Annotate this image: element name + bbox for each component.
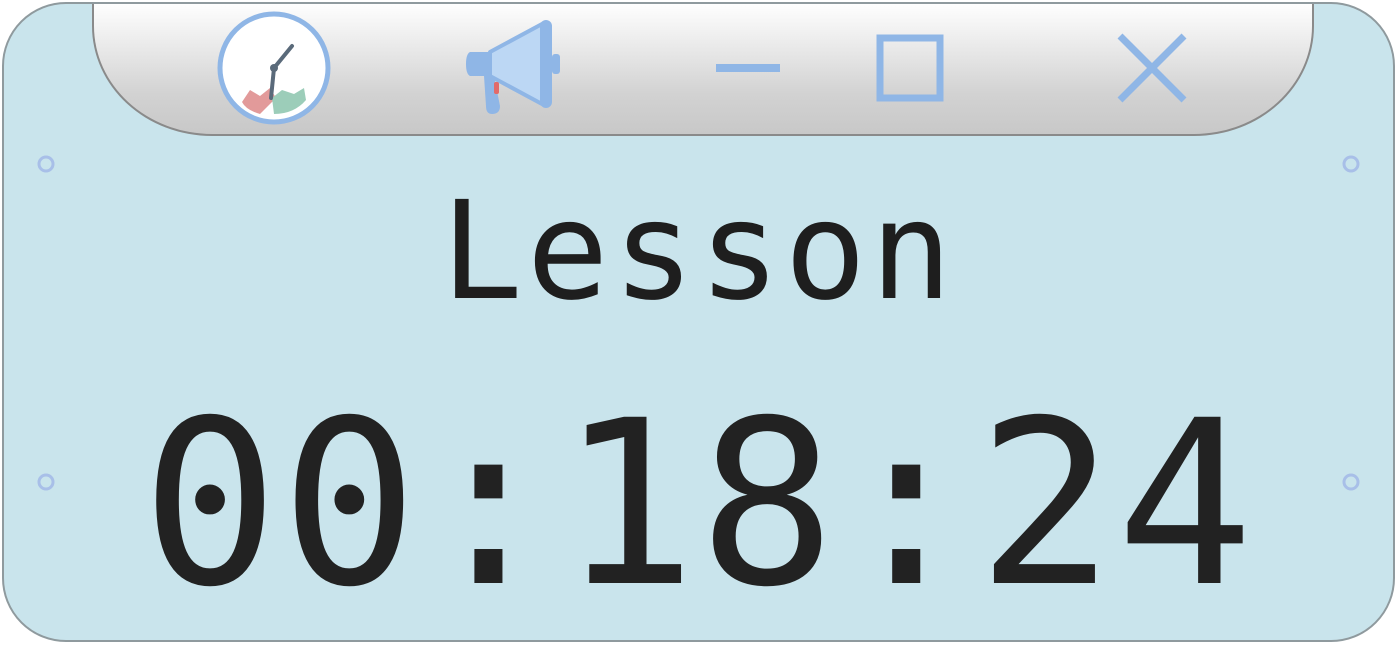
timer-display: 00:18:24 xyxy=(141,371,1256,637)
clock-button[interactable] xyxy=(214,8,334,128)
maximize-button[interactable] xyxy=(850,8,970,128)
announcement-button[interactable] xyxy=(452,8,572,128)
minimize-icon xyxy=(716,64,780,72)
resize-handle-right-top[interactable] xyxy=(1341,154,1361,174)
megaphone-icon xyxy=(466,20,560,114)
close-button[interactable] xyxy=(1092,8,1212,128)
maximize-icon xyxy=(876,34,944,102)
clock-icon xyxy=(217,11,331,125)
resize-handle-left-top[interactable] xyxy=(36,154,56,174)
minimize-button[interactable] xyxy=(688,8,808,128)
close-icon xyxy=(1117,33,1187,103)
timer-widget[interactable]: Lesson 00:18:24 xyxy=(2,2,1395,642)
timer-label: Lesson xyxy=(440,173,957,331)
titlebar[interactable] xyxy=(92,4,1314,136)
